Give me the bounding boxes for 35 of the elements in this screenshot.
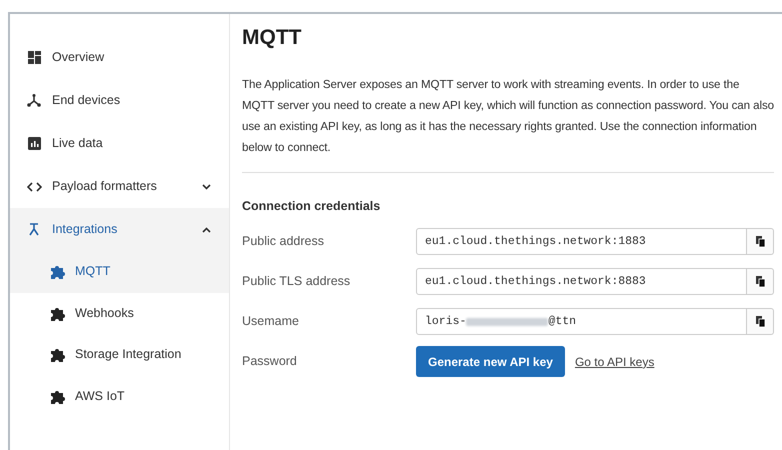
sidebar-subitem[interactable]: Storage Integration	[10, 334, 229, 376]
sidebar-item[interactable]: End devices	[10, 79, 229, 122]
copy-button[interactable]	[747, 308, 774, 336]
copy-icon	[756, 236, 764, 248]
sidebar-item[interactable]: Overview	[10, 36, 229, 79]
field-label: Public address	[242, 233, 325, 250]
sidebar-item[interactable]: Payload formatters	[10, 165, 229, 208]
puzzle-icon	[50, 347, 67, 362]
field-label: Public TLS address	[242, 273, 352, 290]
field-label: Password	[242, 353, 298, 370]
page-title: MQTT	[242, 25, 302, 51]
copy-button[interactable]	[747, 228, 774, 256]
description-text: The Application Server exposes an MQTT server to work with streaming events. In order to use the MQTT server you need to create a new API key, which will function as connection password. You can also use an existing API key, as long as it has the necessary rights granted. Use the connection information below to connect.	[242, 77, 774, 156]
puzzle-icon	[50, 264, 67, 280]
api-keys-link[interactable]: Go to API keys	[574, 352, 654, 371]
puzzle-icon	[50, 306, 67, 321]
section-title: Connection credentials	[242, 198, 382, 215]
readonly-field[interactable]: loris- @ttn	[416, 308, 747, 336]
copy-button[interactable]	[747, 268, 774, 296]
sidebar-item[interactable]: Integrations	[10, 208, 229, 251]
chart-icon	[28, 137, 40, 150]
generate-api-key-button[interactable]: Generate new API key	[416, 346, 565, 378]
sidebar-subitem[interactable]: AWS IoT	[10, 376, 229, 417]
puzzle-icon	[50, 388, 67, 404]
network-icon	[27, 94, 41, 107]
copy-icon	[756, 276, 764, 288]
code-icon	[26, 182, 42, 192]
readonly-field[interactable]: eu1.cloud.thethings.network:8883	[416, 268, 747, 296]
sidebar-item[interactable]: Live data	[10, 122, 229, 165]
dashboard-icon	[28, 51, 40, 64]
sidebar-subitem[interactable]: Webhooks	[10, 292, 229, 334]
fork-icon	[28, 223, 40, 236]
copy-icon	[756, 316, 764, 328]
readonly-field[interactable]: eu1.cloud.thethings.network:1883	[416, 228, 747, 256]
field-label: Usemame	[242, 313, 300, 330]
